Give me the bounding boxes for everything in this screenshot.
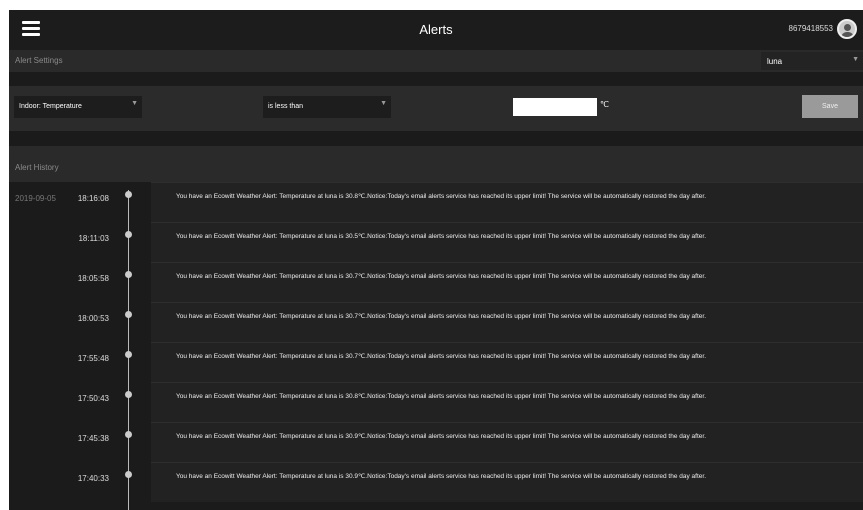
alert-settings-title: Alert Settings (15, 56, 63, 65)
timeline-dot-icon (125, 431, 132, 438)
entry-message: You have an Ecowitt Weather Alert: Tempe… (151, 182, 863, 222)
entry-time: 18:00:53 (77, 314, 109, 323)
entry-time: 18:05:58 (77, 274, 109, 283)
alert-settings-row: Indoor: Temperature ▼ is less than ▼ ℃ S… (9, 86, 863, 131)
entry-time: 18:16:08 (77, 194, 109, 203)
alert-entry: 17:40:33 You have an Ecowitt Weather Aler… (9, 462, 863, 502)
entry-message: You have an Ecowitt Weather Alert: Tempe… (151, 462, 863, 502)
chevron-down-icon: ▼ (131, 100, 138, 107)
sensor-select-value: Indoor: Temperature (19, 103, 82, 110)
alert-history-title: Alert History (15, 163, 59, 172)
timeline-dot-icon (125, 191, 132, 198)
threshold-input[interactable] (513, 98, 597, 116)
alert-history-timeline: 2019-09-05 18:16:08 You have an Ecowitt We… (9, 182, 863, 510)
entry-time: 17:50:43 (77, 394, 109, 403)
station-select-value: luna (767, 57, 783, 66)
entry-message: You have an Ecowitt Weather Alert: Tempe… (151, 422, 863, 462)
timeline-dot-icon (125, 391, 132, 398)
alert-entry: 17:45:38 You have an Ecowitt Weather Aler… (9, 422, 863, 462)
alert-entry: 17:55:48 You have an Ecowitt Weather Aler… (9, 342, 863, 382)
entry-time: 17:45:38 (77, 434, 109, 443)
entry-time: 17:55:48 (77, 354, 109, 363)
save-button[interactable]: Save (802, 95, 858, 118)
station-select[interactable]: luna ▼ (761, 52, 863, 70)
timeline-dot-icon (125, 311, 132, 318)
condition-select[interactable]: is less than ▼ (263, 96, 391, 118)
alert-entry: 18:00:53 You have an Ecowitt Weather Aler… (9, 302, 863, 342)
entry-message: You have an Ecowitt Weather Alert: Tempe… (151, 302, 863, 342)
account-id[interactable]: 8679418553 (789, 24, 834, 33)
chevron-down-icon: ▼ (852, 56, 859, 63)
sensor-select[interactable]: Indoor: Temperature ▼ (14, 96, 142, 118)
alert-settings-header: Alert Settings luna ▼ (9, 50, 863, 72)
alert-entry: 17:50:43 You have an Ecowitt Weather Aler… (9, 382, 863, 422)
top-bar: Alerts 8679418553 (9, 10, 863, 50)
alert-entry: 18:05:58 You have an Ecowitt Weather Aler… (9, 262, 863, 302)
entry-time: 18:11:03 (78, 234, 109, 243)
timeline-dot-icon (125, 271, 132, 278)
timeline-dot-icon (125, 471, 132, 478)
entry-time: 17:40:33 (77, 474, 109, 483)
timeline-dot-icon (125, 351, 132, 358)
chevron-down-icon: ▼ (380, 100, 387, 107)
entry-message: You have an Ecowitt Weather Alert: Tempe… (151, 222, 863, 262)
entry-message: You have an Ecowitt Weather Alert: Tempe… (151, 342, 863, 382)
entry-date: 2019-09-05 (15, 194, 56, 203)
entry-message: You have an Ecowitt Weather Alert: Tempe… (151, 382, 863, 422)
alert-history-header: Alert History (9, 146, 863, 182)
alert-entry: 18:11:03 You have an Ecowitt Weather Aler… (9, 222, 863, 262)
unit-label: ℃ (600, 100, 609, 109)
user-avatar-icon[interactable] (837, 19, 857, 39)
condition-select-value: is less than (268, 103, 304, 110)
page-title: Alerts (419, 22, 453, 37)
entry-message: You have an Ecowitt Weather Alert: Tempe… (151, 262, 863, 302)
alerts-app: Alerts 8679418553 Alert Settings luna ▼ … (9, 10, 863, 510)
alert-entry: 2019-09-05 18:16:08 You have an Ecowitt We… (9, 182, 863, 222)
timeline-dot-icon (125, 231, 132, 238)
